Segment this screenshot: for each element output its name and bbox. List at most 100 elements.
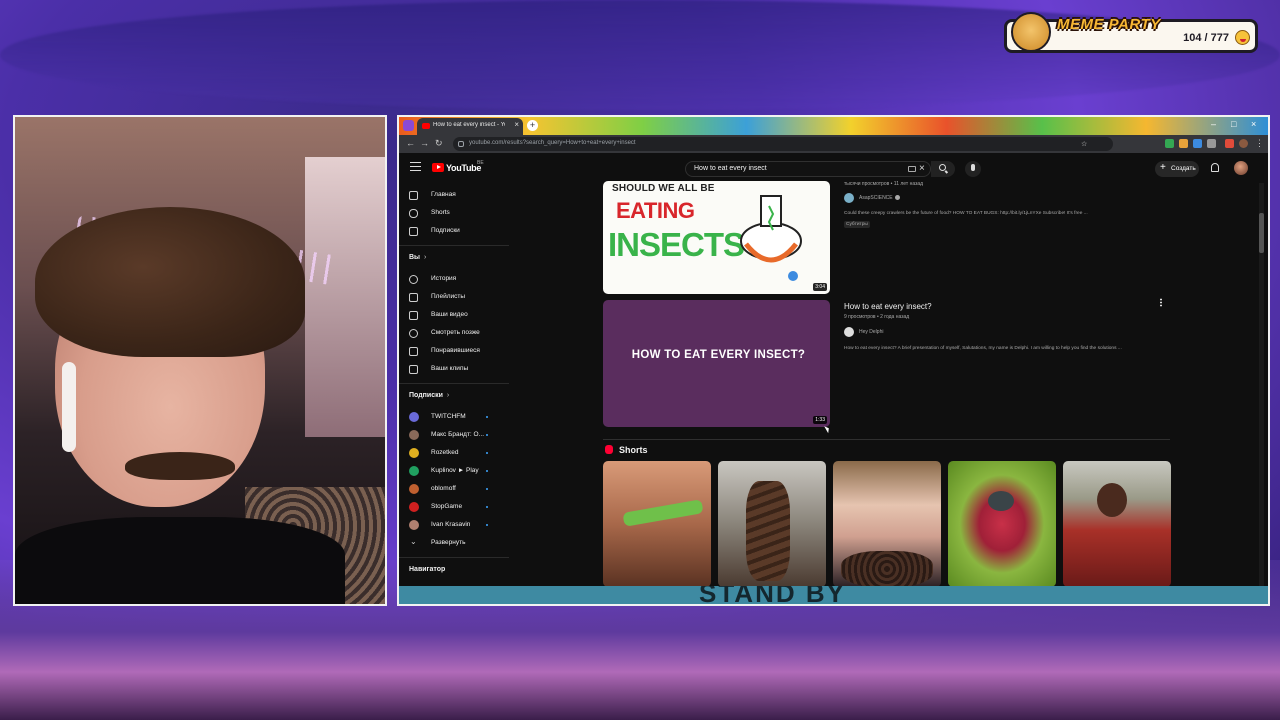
sidebar-expand[interactable]: ⌄ Развернуть <box>409 537 509 551</box>
maximize-icon[interactable]: □ <box>1231 119 1236 129</box>
channel-avatar <box>409 502 419 512</box>
notifications-bell-icon[interactable] <box>1211 163 1219 172</box>
browser-avatar-icon[interactable] <box>1239 139 1248 148</box>
sidebar-item-watch-later[interactable]: Смотреть позже <box>409 327 509 341</box>
extension-icon[interactable] <box>1193 139 1202 148</box>
create-button[interactable]: + Создать <box>1155 161 1199 177</box>
more-options-icon[interactable] <box>1160 298 1162 307</box>
sidebar-navigator-header: Навигатор <box>409 566 446 573</box>
sidebar-item-label: Ваши видео <box>431 311 468 318</box>
sidebar-item-label: oblomoff <box>431 485 456 492</box>
tab-strip: How to eat every insect - YouTube × + – … <box>399 117 1268 135</box>
profile-icon[interactable] <box>403 120 414 131</box>
watch-later-icon <box>409 329 418 338</box>
channel-name[interactable]: AsapSCIENCE <box>859 195 900 201</box>
channel-name[interactable]: Hey Delphi <box>859 329 883 335</box>
meme-party-title: MEME PARTY <box>1057 16 1161 33</box>
channel-avatar[interactable] <box>844 327 854 337</box>
search-input[interactable]: How to eat every insect × <box>685 161 931 177</box>
video-thumbnail[interactable]: SHOULD WE ALL BE EATING INSECTS? 3:04 <box>603 181 830 294</box>
site-info-icon[interactable] <box>458 141 464 147</box>
search-button[interactable] <box>931 161 955 177</box>
keyboard-icon[interactable] <box>908 166 916 172</box>
reload-icon[interactable]: ↻ <box>435 138 443 149</box>
sidebar-sub-rozetked[interactable]: Rozetked <box>409 447 509 461</box>
extension-icon[interactable] <box>1225 139 1234 148</box>
close-tab-icon[interactable]: × <box>514 120 519 129</box>
channel-avatar[interactable] <box>844 193 854 203</box>
you-header-label: Вы <box>409 254 421 261</box>
browser-tab[interactable]: How to eat every insect - YouTube × <box>417 118 523 135</box>
chevron-right-icon: › <box>446 392 450 399</box>
sidebar-item-label: Kuplinov ► Play <box>431 467 479 474</box>
sidebar-item-subscriptions[interactable]: Подписки <box>409 225 509 239</box>
plus-icon: + <box>1160 162 1166 173</box>
sidebar-subscriptions-header[interactable]: Подписки › <box>409 392 449 399</box>
sidebar-item-home[interactable]: Главная <box>409 189 509 203</box>
extension-icon[interactable] <box>1207 139 1216 148</box>
sidebar-item-shorts[interactable]: Shorts <box>409 207 509 221</box>
new-content-dot <box>486 470 488 472</box>
extension-icon[interactable] <box>1179 139 1188 148</box>
short-thumbnail[interactable] <box>718 461 826 587</box>
account-avatar[interactable] <box>1234 161 1248 175</box>
sidebar-divider <box>399 557 509 558</box>
sidebar-item-liked[interactable]: Понравившиеся <box>409 345 509 359</box>
short-thumbnail[interactable] <box>603 461 711 587</box>
video-duration: 3:04 <box>813 283 827 291</box>
channel-avatar <box>409 430 419 440</box>
page-scrollbar[interactable] <box>1259 183 1264 604</box>
short-food <box>622 499 704 527</box>
video-meta: тысячи просмотров • 11 лет назад <box>844 181 924 187</box>
thumbnail-text: HOW TO EAT EVERY INSECT? <box>631 349 806 361</box>
scrollbar-thumb[interactable] <box>1259 213 1264 253</box>
history-icon <box>409 275 418 284</box>
short-insect-plate <box>841 551 933 587</box>
meme-party-count: 104 / 777 <box>1183 32 1229 44</box>
shorts-logo-icon <box>605 445 613 454</box>
clear-search-icon[interactable]: × <box>919 163 925 174</box>
close-window-icon[interactable]: × <box>1251 119 1256 129</box>
short-thumbnail[interactable] <box>1063 461 1171 587</box>
voice-search-button[interactable] <box>965 161 981 177</box>
new-content-dot <box>486 434 488 436</box>
video-duration: 1:33 <box>813 416 827 424</box>
sidebar-sub-twitchfm[interactable]: TWITCHFM <box>409 411 509 425</box>
sidebar-item-history[interactable]: История <box>409 273 509 287</box>
sidebar-sub-oblomoff[interactable]: oblomoff <box>409 483 509 497</box>
youtube-header: YouTube BE How to eat every insect × + С… <box>399 153 1268 183</box>
youtube-logo-icon[interactable] <box>432 163 444 172</box>
video-title[interactable]: How to eat every insect? <box>844 302 932 311</box>
sidebar-you-header[interactable]: Вы › <box>409 254 426 261</box>
sidebar-item-label: StopGame <box>431 503 463 510</box>
sidebar-sub-stopgame[interactable]: StopGame <box>409 501 509 515</box>
browser-menu-icon[interactable]: ⋮ <box>1255 138 1264 149</box>
sidebar-item-label: TWITCHFM <box>431 413 466 420</box>
extension-icon[interactable] <box>1165 139 1174 148</box>
your-videos-icon <box>409 311 418 320</box>
short-thumbnail[interactable] <box>833 461 941 587</box>
toilet-drawing <box>740 195 802 281</box>
forward-icon[interactable]: → <box>420 138 429 148</box>
sidebar-item-your-videos[interactable]: Ваши видео <box>409 309 509 323</box>
sidebar-item-clips[interactable]: Ваши клипы <box>409 363 509 377</box>
new-content-dot <box>486 488 488 490</box>
sidebar-item-label: Подписки <box>431 227 460 234</box>
minimize-icon[interactable]: – <box>1211 119 1216 129</box>
hamburger-menu-icon[interactable] <box>410 162 421 171</box>
new-tab-button[interactable]: + <box>527 120 538 131</box>
sidebar-sub-ivan-krasavin[interactable]: Ivan Krasavin <box>409 519 509 533</box>
video-thumbnail[interactable]: HOW TO EAT EVERY INSECT? 1:33 <box>603 300 830 427</box>
create-label: Создать <box>1171 165 1196 172</box>
youtube-logo-text[interactable]: YouTube <box>446 163 481 173</box>
sidebar-item-playlists[interactable]: Плейлисты <box>409 291 509 305</box>
short-thumbnail[interactable] <box>948 461 1056 587</box>
sidebar-sub-maks-brandt[interactable]: Макс Брандт: О... <box>409 429 509 443</box>
address-bar[interactable]: youtube.com/results?search_query=How+to+… <box>453 137 1113 151</box>
star-icon[interactable]: ☆ <box>1081 140 1087 148</box>
back-icon[interactable]: ← <box>406 138 415 148</box>
country-code: BE <box>477 160 484 166</box>
sidebar-sub-kuplinov[interactable]: Kuplinov ► Play <box>409 465 509 479</box>
doge-icon <box>1011 12 1051 52</box>
youtube-favicon-icon <box>422 123 430 129</box>
